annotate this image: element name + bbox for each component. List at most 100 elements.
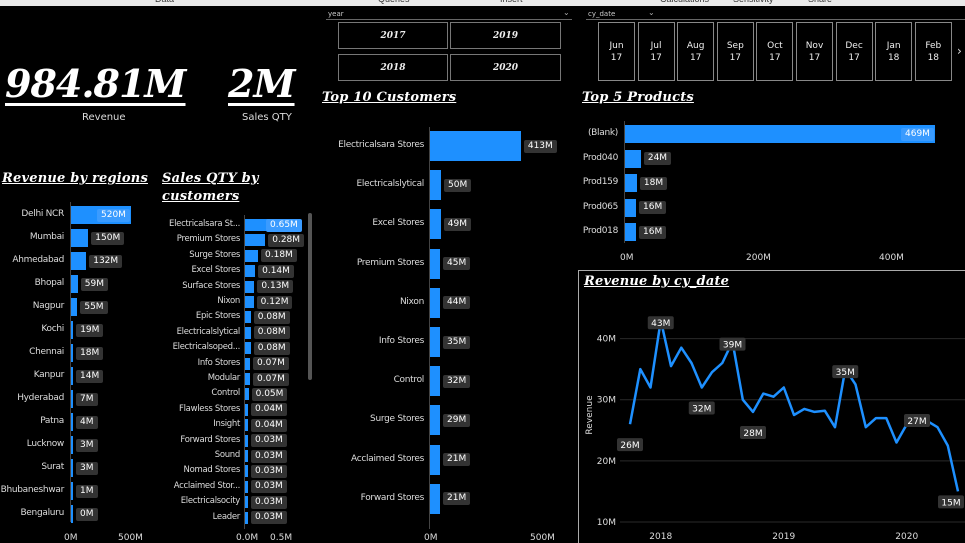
date-option[interactable]: Oct 17 — [756, 22, 794, 81]
bar[interactable] — [71, 321, 74, 339]
bar[interactable] — [245, 419, 248, 432]
data-label: 0M — [76, 507, 98, 521]
bar[interactable] — [625, 174, 637, 192]
bar[interactable] — [245, 496, 248, 509]
date-month: Jun — [609, 41, 624, 51]
ribbon-tab[interactable]: Sensitivity — [733, 0, 774, 4]
y-tick-label: 30M — [597, 396, 616, 406]
ribbon-strip: Data Queries Insert Calculations Sensitivity… — [0, 0, 965, 6]
date-month: Sep — [726, 41, 744, 51]
bar[interactable] — [71, 459, 73, 477]
bar[interactable] — [245, 388, 249, 401]
category-label: Modular — [207, 373, 241, 383]
data-label: 0.03M — [251, 511, 287, 525]
bar[interactable] — [245, 342, 251, 355]
x-tick-label: 0.0M — [236, 533, 259, 543]
bar[interactable] — [245, 511, 248, 524]
data-label: 14M — [76, 369, 104, 383]
bar[interactable] — [245, 296, 254, 308]
bar[interactable] — [625, 149, 641, 168]
data-label: 21M — [443, 453, 471, 467]
bar[interactable] — [71, 252, 87, 270]
bar[interactable] — [71, 436, 73, 454]
date-option[interactable]: Jun 17 — [598, 22, 635, 81]
category-label: Epic Stores — [195, 311, 240, 322]
date-option[interactable]: Dec 17 — [835, 22, 873, 81]
chevron-right-icon[interactable]: › — [957, 44, 962, 58]
bar[interactable] — [245, 403, 248, 416]
chevron-down-icon[interactable]: ⌄ — [563, 8, 570, 17]
bar[interactable] — [245, 465, 248, 478]
qty-chart-title-line1: Sales QTY by — [162, 171, 259, 186]
bar[interactable] — [245, 450, 248, 462]
bar[interactable] — [71, 275, 78, 293]
bar[interactable] — [625, 125, 935, 143]
bar[interactable] — [245, 265, 256, 278]
date-option[interactable]: Jan 18 — [875, 22, 913, 81]
chevron-down-icon[interactable]: ⌄ — [648, 8, 655, 17]
category-label: Bengaluru — [20, 508, 64, 518]
bar[interactable] — [245, 434, 248, 447]
bar[interactable] — [245, 249, 258, 262]
bar[interactable] — [245, 311, 251, 324]
data-label: 32M — [443, 374, 471, 388]
year-option-2017[interactable]: 2017 — [338, 22, 448, 49]
bar[interactable] — [71, 390, 73, 408]
bar[interactable] — [71, 229, 89, 247]
bar[interactable] — [430, 170, 441, 201]
bar[interactable] — [71, 413, 73, 431]
bar[interactable] — [71, 367, 73, 385]
y-axis-label: Revenue — [585, 395, 595, 435]
data-label: 3M — [76, 438, 98, 452]
category-label: Bhopal — [34, 278, 65, 288]
date-option[interactable]: Aug 17 — [677, 22, 715, 81]
year-option-2019[interactable]: 2019 — [450, 22, 561, 49]
bar[interactable] — [71, 298, 78, 316]
bar[interactable] — [625, 223, 636, 241]
bar[interactable] — [430, 248, 440, 279]
date-option[interactable]: Sep 17 — [716, 22, 754, 81]
date-option[interactable]: Nov 17 — [796, 22, 833, 81]
ribbon-tab[interactable]: Queries — [378, 0, 410, 4]
revenue-kpi-label: Revenue — [82, 112, 126, 123]
qty-chart-scrollbar[interactable] — [308, 213, 312, 380]
bar[interactable] — [71, 344, 74, 362]
bar[interactable] — [430, 131, 521, 161]
category-label: Electricalslytical — [356, 179, 425, 190]
x-tick-label: 2018 — [649, 532, 672, 542]
date-option[interactable]: Jul 17 — [637, 22, 675, 81]
bar[interactable] — [430, 483, 440, 514]
x-tick-label: 0.5M — [270, 533, 293, 543]
ribbon-tab[interactable]: Calculations — [660, 0, 709, 4]
bar[interactable] — [430, 209, 441, 240]
bar[interactable] — [430, 366, 440, 397]
category-label: Kochi — [41, 324, 64, 334]
ribbon-tab[interactable]: Share — [808, 0, 832, 4]
category-label: Info Stores — [378, 336, 424, 346]
bar[interactable] — [245, 357, 251, 370]
bar[interactable] — [245, 280, 255, 293]
category-label: Prod040 — [582, 152, 618, 163]
bar[interactable] — [71, 482, 73, 500]
bar[interactable] — [245, 326, 251, 339]
bar[interactable] — [245, 373, 251, 385]
data-label: 0.08M — [253, 341, 290, 355]
year-option-2018[interactable]: 2018 — [338, 54, 448, 81]
ribbon-tab[interactable]: Insert — [500, 0, 523, 4]
bar[interactable] — [625, 198, 636, 217]
x-tick-label: 0M — [424, 533, 438, 543]
date-month: Nov — [805, 41, 824, 51]
bar[interactable] — [71, 505, 73, 523]
date-month: Jul — [650, 41, 662, 51]
year-option-2020[interactable]: 2020 — [450, 54, 561, 81]
bar[interactable] — [430, 287, 440, 318]
date-option[interactable]: Feb 18 — [914, 22, 952, 81]
bar[interactable] — [430, 327, 440, 357]
bar[interactable] — [430, 405, 440, 436]
bar[interactable] — [245, 234, 266, 247]
bar[interactable] — [430, 444, 440, 475]
ribbon-tab[interactable]: Data — [155, 0, 174, 4]
data-label: 3M — [76, 461, 98, 475]
date-year: 17 — [808, 53, 821, 63]
bar[interactable] — [245, 480, 248, 493]
